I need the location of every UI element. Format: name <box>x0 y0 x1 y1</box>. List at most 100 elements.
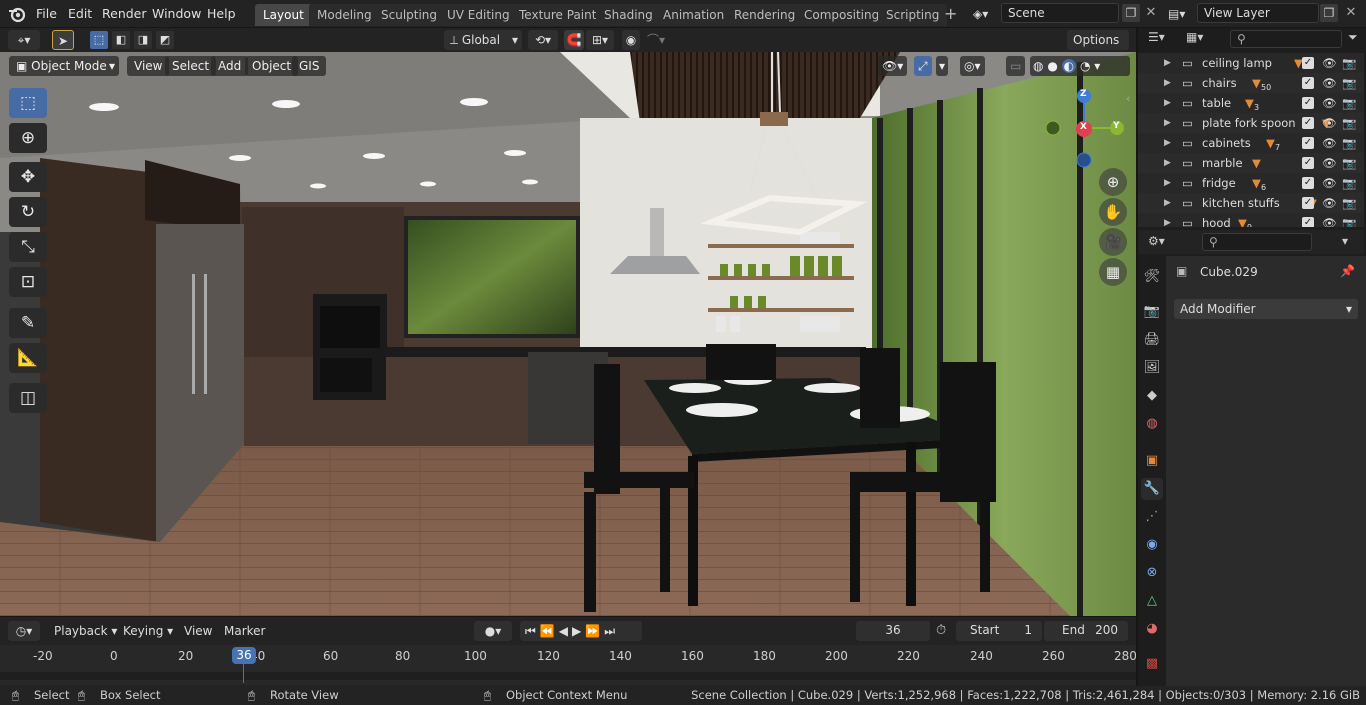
camera-icon[interactable]: 📷 <box>1342 73 1356 93</box>
outliner-row[interactable]: ▶ ▭ plate fork spoon ▼ ✓ 👁 📷 <box>1138 113 1364 133</box>
expand-arrow-icon[interactable]: ▶ <box>1164 53 1171 73</box>
data-properties-icon[interactable]: △ <box>1141 590 1163 612</box>
play-icon[interactable]: ▶ <box>572 624 585 638</box>
scene-field[interactable]: Scene <box>1001 3 1119 23</box>
end-frame-field[interactable]: End 200 <box>1044 621 1128 641</box>
exclude-checkbox[interactable]: ✓ <box>1302 217 1314 227</box>
jump-keyframe-back-icon[interactable]: ⏪ <box>540 624 559 638</box>
select-subtract-icon[interactable]: ◨ <box>134 31 152 49</box>
exclude-checkbox[interactable]: ✓ <box>1302 117 1314 129</box>
overlay-toggle-icon[interactable]: ◎▾ <box>960 56 985 76</box>
orientation-dropdown[interactable]: ⟂ Global ▾ <box>444 30 522 50</box>
tab-rendering[interactable]: Rendering <box>726 4 804 26</box>
output-properties-icon[interactable]: 🖨 <box>1141 329 1163 351</box>
current-frame-field[interactable]: 36 <box>856 621 930 641</box>
stopwatch-icon[interactable]: ⏱ <box>936 623 946 638</box>
outliner-row[interactable]: ▶ ▭ table ▼ 3 ✓ 👁 📷 <box>1138 93 1364 113</box>
outliner-row[interactable]: ▶ ▭ hood ▼9 ✓ 👁 📷 <box>1138 213 1364 227</box>
material-shading-icon[interactable]: ◐ <box>1061 59 1077 73</box>
viewport-menu-add[interactable]: Add <box>211 56 249 76</box>
properties-options-icon[interactable]: ▾ <box>1342 234 1348 248</box>
particle-properties-icon[interactable]: ⋰ <box>1141 506 1163 528</box>
tab-sculpting[interactable]: Sculpting <box>373 4 446 26</box>
outliner-row[interactable]: ▶ ▭ chairs ▼ 50 ✓ 👁 📷 <box>1138 73 1364 93</box>
snap-toggle-icon[interactable]: 🧲 <box>564 30 584 50</box>
move-tool-icon[interactable]: ✥ <box>9 162 47 192</box>
cursor-tool-icon[interactable]: ⊕ <box>9 123 47 153</box>
outliner-item-label[interactable]: fridge <box>1202 173 1236 193</box>
expand-arrow-icon[interactable]: ▶ <box>1164 133 1171 153</box>
scale-tool-icon[interactable]: ⤡ <box>9 232 47 262</box>
playhead[interactable]: 36 <box>232 647 256 664</box>
tab-layout[interactable]: Layout <box>255 4 312 26</box>
exclude-checkbox[interactable]: ✓ <box>1302 177 1314 189</box>
timeline-menu-marker[interactable]: Marker <box>218 621 271 641</box>
tool-properties-icon[interactable]: 🛠 <box>1141 266 1163 288</box>
render-properties-icon[interactable]: 📷 <box>1141 301 1163 323</box>
exclude-checkbox[interactable]: ✓ <box>1302 57 1314 69</box>
3d-viewport[interactable]: ▣ Object Mode ▾ View Select Add Object GI… <box>0 52 1136 616</box>
view-layer-field[interactable]: View Layer <box>1197 3 1319 23</box>
timeline-editor-type-icon[interactable]: ◷▾ <box>8 621 40 641</box>
properties-editor-type-icon[interactable]: ⚙▾ <box>1148 234 1188 252</box>
add-workspace-icon[interactable]: + <box>944 5 960 23</box>
new-view-layer-icon[interactable]: ❐ <box>1320 4 1338 22</box>
viewport-menu-view[interactable]: View <box>127 56 170 76</box>
select-tool-icon[interactable]: ➤ <box>52 30 74 50</box>
expand-arrow-icon[interactable]: ▶ <box>1164 113 1171 133</box>
tab-scripting[interactable]: Scripting <box>878 4 948 26</box>
auto-keying-icon[interactable]: ●▾ <box>474 621 512 641</box>
camera-icon[interactable]: 📷 <box>1342 153 1356 173</box>
rotate-tool-icon[interactable]: ↻ <box>9 197 47 227</box>
timeline-menu-view[interactable]: View <box>178 621 218 641</box>
exclude-checkbox[interactable]: ✓ <box>1302 97 1314 109</box>
exclude-checkbox[interactable]: ✓ <box>1302 77 1314 89</box>
outliner-item-label[interactable]: marble <box>1202 153 1243 173</box>
jump-end-icon[interactable]: ⏭ <box>604 624 619 638</box>
outliner-item-label[interactable]: chairs <box>1202 73 1237 93</box>
add-modifier-dropdown[interactable]: Add Modifier ▾ <box>1174 299 1358 319</box>
eye-icon[interactable]: 👁 <box>1322 73 1337 93</box>
transform-tool-icon[interactable]: ⊡ <box>9 267 47 297</box>
outliner-item-label[interactable]: plate fork spoon <box>1202 113 1296 133</box>
camera-view-icon[interactable]: 🎥 <box>1099 228 1127 256</box>
new-scene-icon[interactable]: ❐ <box>1122 4 1140 22</box>
gizmo-dropdown-icon[interactable]: ▾ <box>936 56 949 76</box>
camera-icon[interactable]: 📷 <box>1342 113 1356 133</box>
properties-search-input[interactable]: ⚲ <box>1202 233 1312 251</box>
eye-icon[interactable]: 👁 <box>1322 133 1337 153</box>
outliner-item-label[interactable]: ceiling lamp <box>1202 53 1272 73</box>
navigation-gizmo[interactable]: Z Y X <box>1040 86 1130 176</box>
expand-arrow-icon[interactable]: ▶ <box>1164 173 1171 193</box>
scene-properties-icon[interactable]: ◆ <box>1141 385 1163 407</box>
perspective-toggle-icon[interactable]: ▦ <box>1099 258 1127 286</box>
camera-icon[interactable]: 📷 <box>1342 173 1356 193</box>
pan-view-icon[interactable]: ✋ <box>1099 198 1127 226</box>
wireframe-shading-icon[interactable]: ◍ <box>1033 59 1043 73</box>
eye-icon[interactable]: 👁 <box>1322 153 1337 173</box>
zoom-view-icon[interactable]: ⊕ <box>1099 168 1127 196</box>
timeline-menu-keying[interactable]: Keying ▾ <box>117 621 179 641</box>
timeline-menu-playback[interactable]: Playback ▾ <box>48 621 123 641</box>
tab-texture-paint[interactable]: Texture Paint <box>511 4 605 26</box>
exclude-checkbox[interactable]: ✓ <box>1302 157 1314 169</box>
falloff-icon[interactable]: ⌒▾ <box>642 30 670 50</box>
exclude-checkbox[interactable]: ✓ <box>1302 197 1314 209</box>
delete-view-layer-icon[interactable]: ✕ <box>1343 4 1359 22</box>
viewport-menu-object[interactable]: Object <box>245 56 299 76</box>
timeline-scrollbar[interactable] <box>0 672 1136 680</box>
mode-dropdown[interactable]: ▣ Object Mode ▾ <box>9 56 119 76</box>
texture-properties-icon[interactable]: ▩ <box>1141 653 1163 675</box>
xray-toggle-icon[interactable]: ▭ <box>1006 56 1026 76</box>
delete-scene-icon[interactable]: ✕ <box>1143 4 1159 22</box>
select-intersect-icon[interactable]: ◩ <box>156 31 174 49</box>
expand-arrow-icon[interactable]: ▶ <box>1164 93 1171 113</box>
expand-arrow-icon[interactable]: ▶ <box>1164 73 1171 93</box>
eye-icon[interactable]: 👁 <box>1322 53 1337 73</box>
tab-animation[interactable]: Animation <box>655 4 733 26</box>
expand-arrow-icon[interactable]: ▶ <box>1164 153 1171 173</box>
camera-icon[interactable]: 📷 <box>1342 133 1356 153</box>
solid-shading-icon[interactable]: ● <box>1047 59 1057 73</box>
rendered-shading-icon[interactable]: ◔ <box>1080 59 1090 73</box>
camera-icon[interactable]: 📷 <box>1342 93 1356 113</box>
